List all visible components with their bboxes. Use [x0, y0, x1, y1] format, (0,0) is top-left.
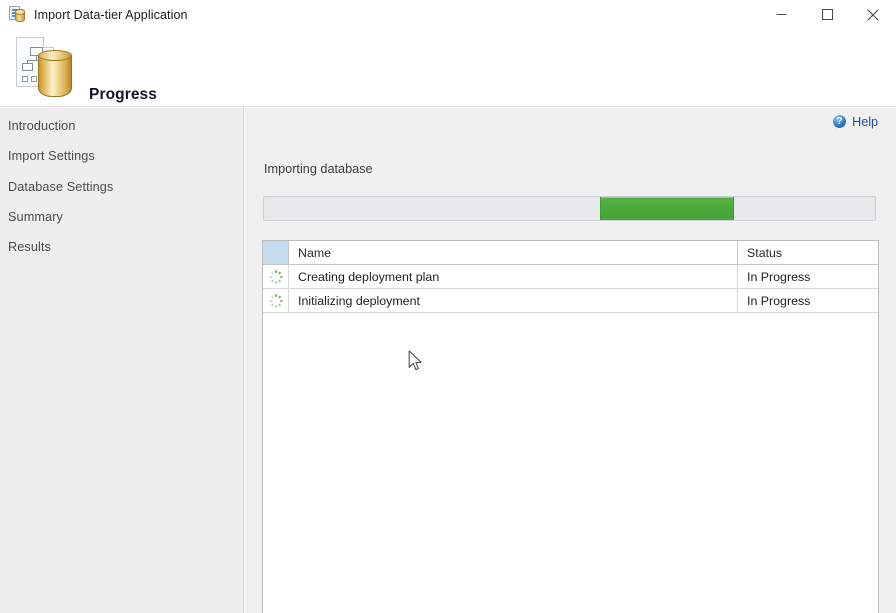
row-status-icon-cell — [263, 265, 289, 288]
wizard-step-sidebar: Introduction Import Settings Database Se… — [0, 108, 244, 613]
row-status: In Progress — [747, 269, 811, 284]
sidebar-item-database-settings[interactable]: Database Settings — [8, 180, 113, 194]
wizard-header: Progress — [0, 29, 896, 107]
title-bar: Import Data-tier Application — [0, 0, 896, 29]
table-header-icon-column[interactable] — [263, 241, 289, 264]
page-fold — [43, 37, 54, 48]
database-cylinder — [38, 50, 72, 97]
progress-bar — [263, 196, 876, 221]
table-row[interactable]: Initializing deployment In Progress — [263, 289, 878, 313]
window-title: Import Data-tier Application — [34, 7, 188, 22]
table-header-name[interactable]: Name — [289, 241, 738, 264]
row-name: Creating deployment plan — [289, 265, 738, 288]
database-document-icon — [14, 37, 72, 97]
database-glyph — [15, 9, 25, 22]
in-progress-spinner-icon — [269, 270, 282, 283]
table-header-row: Name Status — [263, 241, 878, 265]
datatier-app-icon — [9, 6, 26, 23]
row-status-icon-cell — [263, 289, 289, 312]
network-link-left-drop — [27, 60, 28, 63]
table-header-status[interactable]: Status — [738, 241, 878, 264]
page-title: Progress — [89, 86, 157, 103]
sidebar-item-introduction[interactable]: Introduction — [8, 119, 76, 133]
operation-status-label: Importing database — [264, 162, 373, 176]
sidebar-item-summary[interactable]: Summary — [8, 210, 63, 224]
help-link[interactable]: ? Help — [832, 114, 878, 129]
table-row[interactable]: Creating deployment plan In Progress — [263, 265, 878, 289]
minimize-button[interactable] — [758, 0, 804, 29]
maximize-button[interactable] — [804, 0, 850, 29]
close-button[interactable] — [850, 0, 896, 29]
content-panel: ? Help Importing database Name Status Cr… — [245, 108, 896, 613]
in-progress-spinner-icon — [269, 294, 282, 307]
help-label: Help — [852, 114, 878, 129]
progress-bar-chunk — [600, 197, 735, 220]
network-node-left — [22, 63, 33, 71]
database-cylinder-top — [38, 50, 72, 61]
import-data-tier-application-window: Import Data-tier Application Progress In… — [0, 0, 896, 613]
sidebar-item-results[interactable]: Results — [8, 240, 51, 254]
sidebar-item-import-settings[interactable]: Import Settings — [8, 149, 95, 163]
help-circle-icon: ? — [832, 114, 848, 129]
operations-table: Name Status Creating deployment plan In … — [262, 240, 879, 613]
window-controls — [758, 0, 896, 29]
row-status: In Progress — [747, 293, 811, 308]
row-name: Initializing deployment — [289, 289, 738, 312]
